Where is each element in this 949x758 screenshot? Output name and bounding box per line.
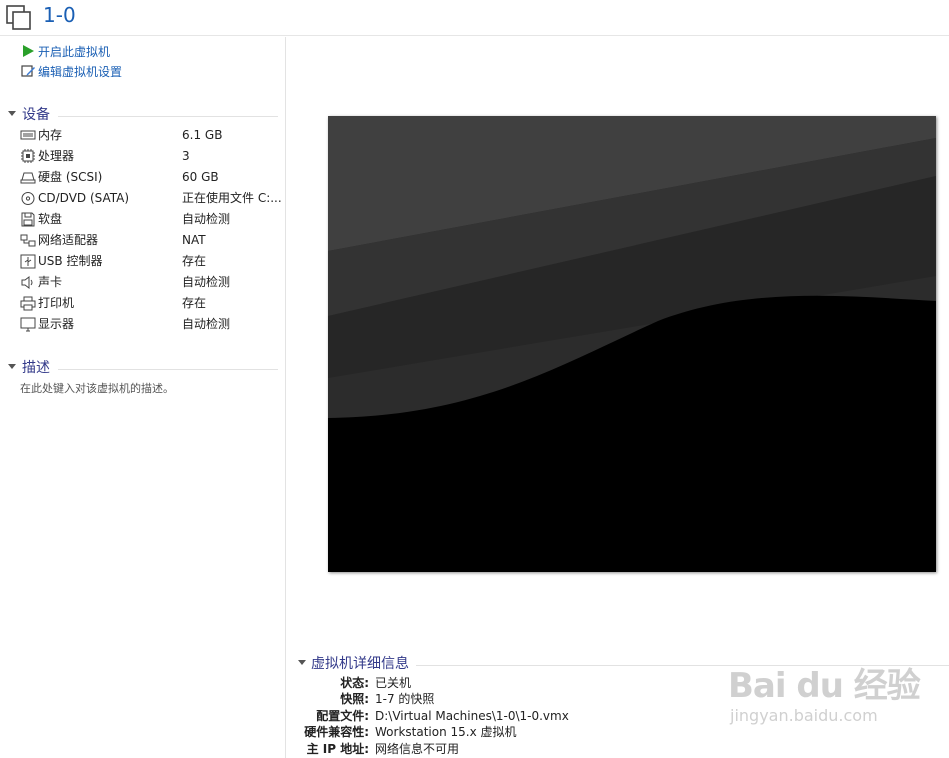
device-value: 自动检测: [182, 317, 231, 331]
device-value: 60 GB: [182, 170, 219, 184]
edit-settings-label: 编辑虚拟机设置: [38, 65, 123, 79]
vm-tab-icon: [6, 5, 31, 30]
device-row-memory[interactable]: 内存 6.1 GB: [20, 125, 280, 146]
power-on-link[interactable]: 开启此虚拟机: [20, 43, 110, 61]
usb-icon: [20, 254, 36, 269]
device-row-display[interactable]: 显示器 自动检测: [20, 314, 280, 335]
device-name: 打印机: [38, 296, 75, 310]
device-row-sound[interactable]: 声卡 自动检测: [20, 272, 280, 293]
detail-value: 网络信息不可用: [375, 742, 460, 756]
detail-value: D:\Virtual Machines\1-0\1-0.vmx: [375, 709, 569, 723]
devices-section-header[interactable]: 设备: [8, 106, 278, 124]
device-value: 自动检测: [182, 275, 231, 289]
device-value: NAT: [182, 233, 206, 247]
device-row-cd-dvd[interactable]: CD/DVD (SATA) 正在使用文件 C:...: [20, 188, 282, 209]
detail-value: Workstation 15.x 虚拟机: [375, 725, 517, 739]
watermark-brand: Bai du 经验: [728, 666, 921, 706]
description-field[interactable]: 在此处键入对该虚拟机的描述。: [20, 380, 174, 396]
speaker-icon: [21, 276, 33, 289]
network-adapter-icon: [20, 234, 36, 247]
collapse-icon: [298, 660, 306, 665]
devices-heading: 设备: [22, 107, 50, 123]
play-icon: [23, 45, 34, 57]
device-row-floppy[interactable]: 软盘 自动检测: [20, 209, 280, 230]
monitor-icon: [20, 317, 36, 332]
device-name: 软盘: [38, 212, 63, 226]
device-value: 正在使用文件 C:...: [182, 191, 282, 205]
device-value: 存在: [182, 296, 207, 310]
detail-value: 1-7 的快照: [375, 692, 435, 706]
memory-icon: [20, 130, 36, 140]
device-name: 内存: [38, 128, 63, 142]
device-value: 3: [182, 149, 190, 163]
vm-title: 1-0: [43, 3, 76, 27]
device-name: 声卡: [38, 275, 63, 289]
hard-disk-icon: [20, 172, 36, 184]
cd-dvd-icon: [21, 192, 35, 205]
device-name: 硬盘 (SCSI): [38, 170, 103, 184]
device-name: 显示器: [38, 317, 75, 331]
detail-row-ip-address: 主 IP 地址: 网络信息不可用: [300, 741, 940, 758]
detail-key: 状态:: [340, 676, 369, 690]
watermark-url: jingyan.baidu.com: [730, 706, 878, 725]
device-value: 自动检测: [182, 212, 231, 226]
description-section-header[interactable]: 描述: [8, 359, 278, 377]
vm-screen-preview[interactable]: [328, 116, 936, 572]
collapse-icon: [8, 364, 16, 369]
detail-value: 已关机: [375, 676, 412, 690]
processor-icon: [21, 149, 35, 163]
vm-summary-pane: 开启此虚拟机 编辑虚拟机设置 设备 内存 6.1 GB 处理器 3 硬盘 (SC…: [0, 37, 286, 758]
edit-settings-link[interactable]: 编辑虚拟机设置: [20, 63, 122, 81]
floppy-icon: [21, 212, 35, 227]
device-row-hard-disk[interactable]: 硬盘 (SCSI) 60 GB: [20, 167, 280, 188]
detail-key: 硬件兼容性:: [304, 725, 369, 739]
section-divider: [58, 369, 278, 370]
device-value: 存在: [182, 254, 207, 268]
vm-details-heading: 虚拟机详细信息: [311, 656, 409, 672]
device-name: 网络适配器: [38, 233, 99, 247]
baidu-jingyan-watermark: Bai du 经验 jingyan.baidu.com: [728, 650, 928, 740]
device-name: CD/DVD (SATA): [38, 191, 130, 205]
edit-settings-icon: [21, 65, 35, 77]
device-row-printer[interactable]: 打印机 存在: [20, 293, 280, 314]
device-row-processor[interactable]: 处理器 3: [20, 146, 280, 167]
collapse-icon: [8, 111, 16, 116]
device-value: 6.1 GB: [182, 128, 223, 142]
printer-icon: [20, 296, 36, 311]
description-heading: 描述: [22, 360, 50, 376]
power-on-label: 开启此虚拟机: [38, 45, 111, 59]
device-row-usb[interactable]: USB 控制器 存在: [20, 251, 280, 272]
vm-header: 1-0: [0, 0, 949, 36]
section-divider: [58, 116, 278, 117]
detail-key: 配置文件:: [316, 709, 369, 723]
detail-key: 快照:: [340, 692, 369, 706]
detail-key: 主 IP 地址:: [306, 742, 369, 756]
device-name: USB 控制器: [38, 254, 103, 268]
device-name: 处理器: [38, 149, 75, 163]
device-row-network[interactable]: 网络适配器 NAT: [20, 230, 280, 251]
